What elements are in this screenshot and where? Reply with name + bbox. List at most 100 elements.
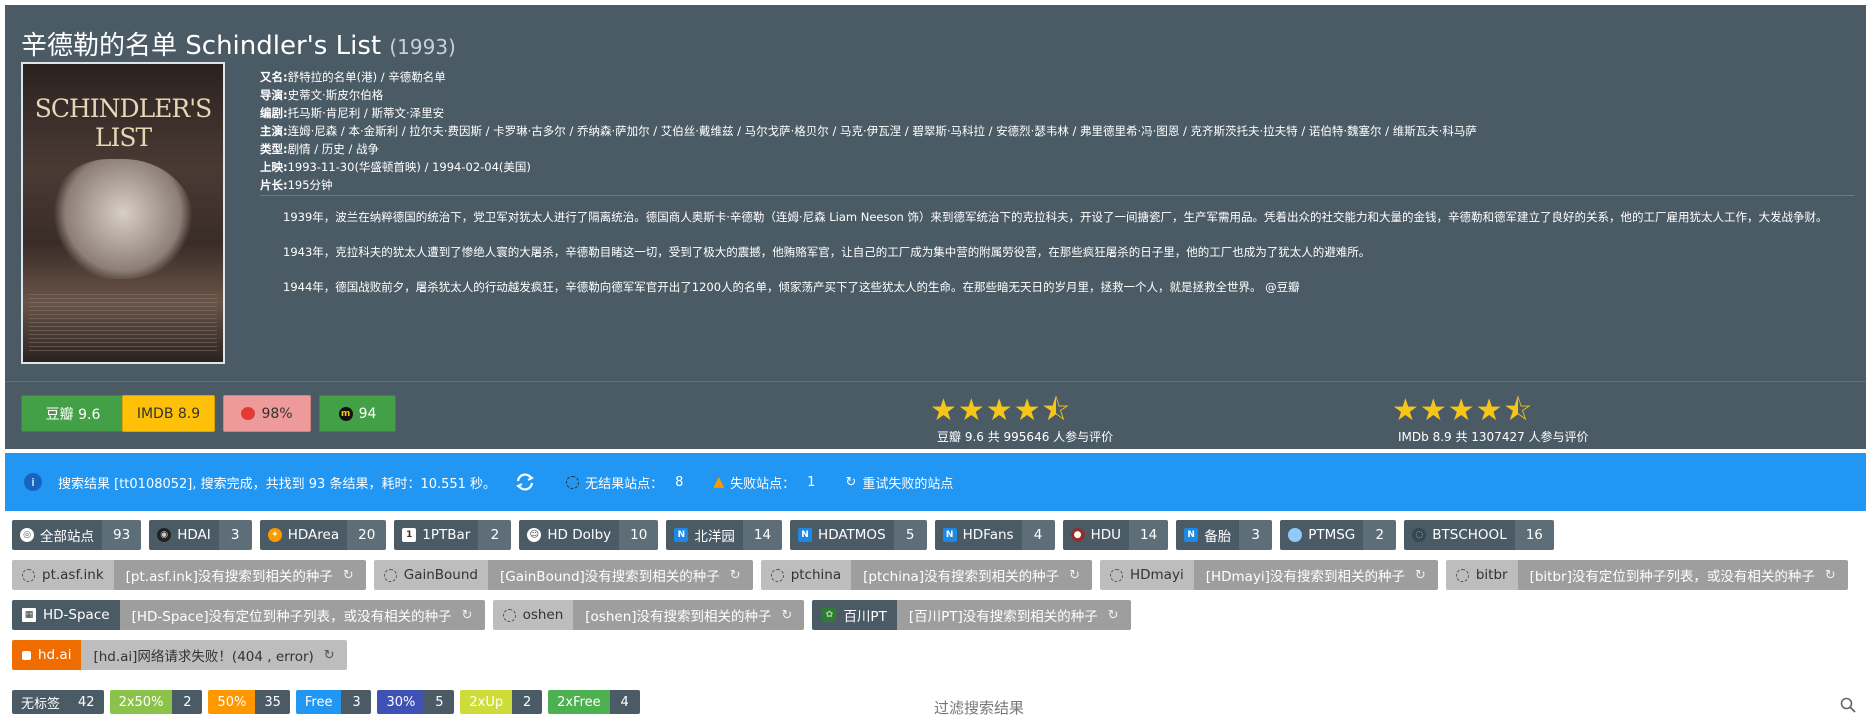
movie-meta: 又名:舒特拉的名单(港) / 辛德勒名单 导演:史蒂文·斯皮尔伯格 编剧:托马斯… <box>260 68 1477 194</box>
movie-description: 1939年，波兰在纳粹德国的统治下，党卫军对犹太人进行了隔离统治。德国商人奥斯卡… <box>260 208 1854 313</box>
loading-icon <box>1455 568 1469 582</box>
retry-icon[interactable]: ↻ <box>1415 568 1426 583</box>
retry-failed-button[interactable]: ↻ 重试失败的站点 <box>845 473 953 492</box>
empty-site-chip[interactable]: oshen [oshen]没有搜索到相关的种子 ↻ <box>492 600 805 630</box>
tag-chip[interactable]: 无标签 42 <box>12 690 104 714</box>
loading-icon <box>566 475 580 489</box>
n-icon: N <box>674 528 689 542</box>
retry-icon[interactable]: ↻ <box>462 608 473 623</box>
description-paragraph: 1939年，波兰在纳粹德国的统治下，党卫军对犹太人进行了隔离统治。德国商人奥斯卡… <box>283 210 1828 224</box>
tag-chip[interactable]: 30% 5 <box>377 690 455 714</box>
retry-icon[interactable]: ↻ <box>782 608 793 623</box>
retry-icon[interactable]: ↻ <box>324 648 335 663</box>
imdb-rating-label: IMDb 8.9 共 1307427 人参与评价 <box>1398 430 1589 444</box>
refresh-icon[interactable] <box>514 472 536 492</box>
site-chip-all[interactable]: ◎ 全部站点 93 <box>12 520 142 550</box>
meta-genre: 类型:剧情 / 历史 / 战争 <box>260 142 379 156</box>
empty-site-chip[interactable]: bitbr [bitbr]没有定位到种子列表，或没有相关的种子 ↻ <box>1445 560 1848 590</box>
tag-chip[interactable]: 2xUp 2 <box>460 690 543 714</box>
site-chip-hddolby[interactable]: ☺ HD Dolby 10 <box>519 520 659 550</box>
meta-director: 导演:史蒂文·斯皮尔伯格 <box>260 88 384 102</box>
meta-cast: 主演:连姆·尼森 / 本·金斯利 / 拉尔夫·费因斯 / 卡罗琳·古多尔 / 乔… <box>260 124 1477 138</box>
site-chip-beiyangyuan[interactable]: N 北洋园 14 <box>666 520 783 550</box>
btschool-icon: ◌ <box>1412 528 1427 542</box>
hddolby-icon: ☺ <box>527 528 542 542</box>
retry-icon[interactable]: ↻ <box>1825 568 1836 583</box>
site-chip-hdarea[interactable]: ✦ HDArea 20 <box>259 520 387 550</box>
retry-icon[interactable]: ↻ <box>343 568 354 583</box>
hdspace-icon: ▦ <box>22 608 36 622</box>
globe-icon: ◎ <box>20 528 34 542</box>
empty-site-chip[interactable]: GainBound [GainBound]没有搜索到相关的种子 ↻ <box>373 560 753 590</box>
tag-chip[interactable]: 2xFree 4 <box>548 690 640 714</box>
loading-icon <box>22 568 35 582</box>
empty-site-chip[interactable]: ▦ HD-Space [HD-Space]没有定位到种子列表，或没有相关的种子 ↻ <box>12 600 485 630</box>
empty-site-chip[interactable]: ptchina [ptchina]没有搜索到相关的种子 ↻ <box>760 560 1092 590</box>
meta-aka: 又名:舒特拉的名单(港) / 辛德勒名单 <box>260 70 446 84</box>
movie-year: (1993) <box>389 35 456 59</box>
movie-poster[interactable]: SCHINDLER'S LIST <box>21 62 225 364</box>
hdarea-icon: ✦ <box>267 528 282 542</box>
site-chip-btschool[interactable]: ◌ BTSCHOOL 16 <box>1404 520 1554 550</box>
failed-sites-row: hd.ai [hd.ai]网络请求失败！(404 , error) ↻ <box>12 640 347 670</box>
n-icon: N <box>1184 528 1199 542</box>
search-icon[interactable] <box>1840 697 1856 713</box>
site-chip-hdu[interactable]: ● HDU 14 <box>1062 520 1169 550</box>
loading-icon <box>502 608 516 622</box>
info-icon: i <box>24 473 42 491</box>
poster-hands-image <box>53 159 193 279</box>
no-result-sites[interactable]: 无结果站点： 8 <box>566 473 683 492</box>
empty-site-chip[interactable]: pt.asf.ink [pt.asf.ink]没有搜索到相关的种子 ↻ <box>12 560 366 590</box>
baichuan-icon: ✿ <box>822 608 837 622</box>
n-icon: N <box>942 528 957 542</box>
hdai-site-icon <box>22 650 31 660</box>
poster-title: SCHINDLER'S LIST <box>34 94 213 152</box>
tag-chip[interactable]: Free 3 <box>295 690 372 714</box>
tomato-icon <box>241 407 256 420</box>
n-icon: N <box>798 528 813 542</box>
site-chip-1ptbar[interactable]: 1 1PTBar 2 <box>394 520 512 550</box>
filter-input[interactable]: 过滤搜索结果 <box>934 697 1024 718</box>
empty-site-chip[interactable]: ✿ 百川PT [百川PT]没有搜索到相关的种子 ↻ <box>812 600 1131 630</box>
douban-rating-label: 豆瓣 9.6 共 995646 人参与评价 <box>937 430 1114 444</box>
retry-icon[interactable]: ↻ <box>1108 608 1119 623</box>
meta-release: 上映:1993-11-30(华盛顿首映) / 1994-02-04(美国) <box>260 160 531 174</box>
warning-icon: ▲ <box>713 474 725 490</box>
tag-chip[interactable]: 50% 35 <box>208 690 290 714</box>
search-result-info: i 搜索结果 [tt0108052], 搜索完成，共找到 93 条结果，耗时：1… <box>24 473 496 492</box>
site-filter-row: ◎ 全部站点 93 ◉ HDAI 3 ✦ HDArea 20 1 1PTBar 2 ☺ HD Do… <box>12 520 1554 550</box>
hdu-icon: ● <box>1070 528 1085 542</box>
search-result-text: 搜索结果 [tt0108052], 搜索完成，共找到 93 条结果，耗时：10.… <box>58 476 497 492</box>
imdb-rating-button[interactable]: IMDB 8.9 <box>122 395 215 432</box>
loading-icon <box>1109 568 1123 582</box>
tag-filter-row: 无标签 42 2x50% 2 50% 35 Free 3 30% 5 2xUp 2 2xFr… <box>12 690 640 714</box>
movie-title-text: 辛德勒的名单 Schindler's List <box>21 31 382 61</box>
rottentomatoes-rating-button[interactable]: 98% <box>223 395 311 432</box>
metacritic-icon: m <box>338 406 353 421</box>
loading-icon <box>383 568 397 582</box>
failed-sites[interactable]: ▲ 失败站点： 1 <box>713 473 815 492</box>
douban-rating-button[interactable]: 豆瓣 9.6 <box>21 395 125 432</box>
loading-icon <box>770 568 784 582</box>
retry-icon[interactable]: ↻ <box>730 568 741 583</box>
movie-title: 辛德勒的名单 Schindler's List (1993) <box>21 25 456 62</box>
failed-site-chip[interactable]: hd.ai [hd.ai]网络请求失败！(404 , error) ↻ <box>12 640 347 670</box>
site-chip-hdfans[interactable]: N HDFans 4 <box>934 520 1055 550</box>
site-chip-ptmsg[interactable]: PTMSG 2 <box>1280 520 1397 550</box>
site-chip-hdatmos[interactable]: N HDATMOS 5 <box>790 520 927 550</box>
retry-icon: ↻ <box>845 474 857 490</box>
site-chip-hdai[interactable]: ◉ HDAI 3 <box>149 520 252 550</box>
empty-site-chip[interactable]: HDmayi [HDmayi]没有搜索到相关的种子 ↻ <box>1099 560 1438 590</box>
empty-sites-row: ▦ HD-Space [HD-Space]没有定位到种子列表，或没有相关的种子 ↻ o… <box>12 600 1131 630</box>
rating-bar-divider <box>5 381 1866 382</box>
search-status-bar: i 搜索结果 [tt0108052], 搜索完成，共找到 93 条结果，耗时：1… <box>5 453 1866 511</box>
poster-names-texture <box>29 294 217 354</box>
metacritic-rating-button[interactable]: m 94 <box>319 395 396 432</box>
1ptbar-icon: 1 <box>402 528 417 542</box>
tag-chip[interactable]: 2x50% 2 <box>109 690 203 714</box>
description-paragraph: 1943年，克拉科夫的犹太人遭到了惨绝人寰的大屠杀，辛德勒目睹这一切，受到了极大… <box>283 245 1371 259</box>
ptmsg-icon <box>1288 528 1303 542</box>
site-chip-beitai[interactable]: N 备胎 3 <box>1176 520 1273 550</box>
meta-writer: 编剧:托马斯·肯尼利 / 斯蒂文·泽里安 <box>260 106 445 120</box>
retry-icon[interactable]: ↻ <box>1069 568 1080 583</box>
